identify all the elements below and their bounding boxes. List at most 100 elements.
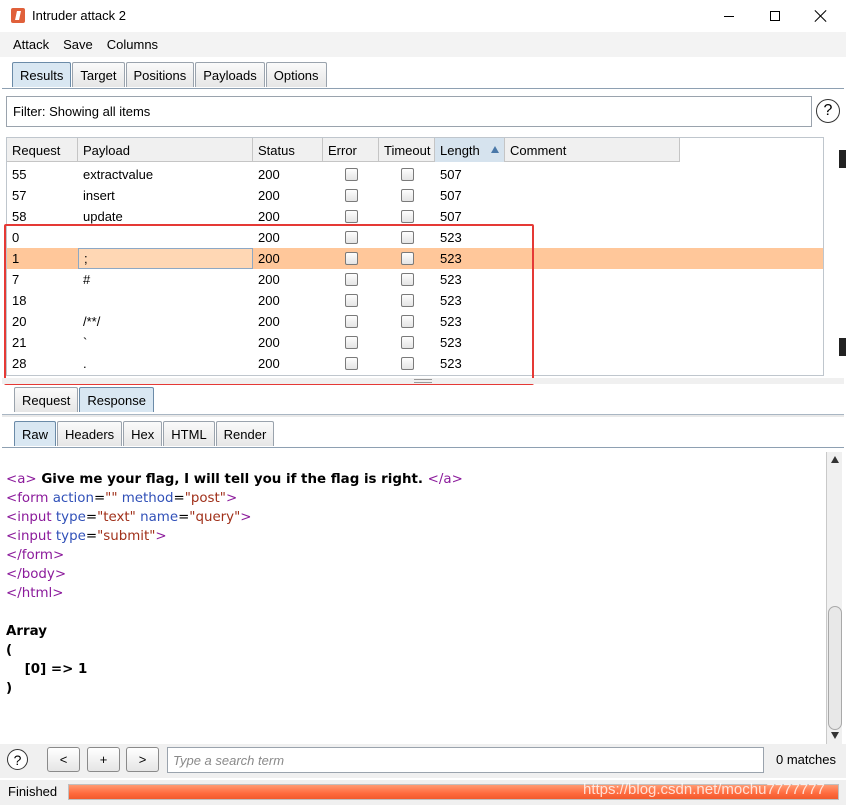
minimize-button[interactable] [706,0,752,32]
cell-length: 523 [440,251,462,266]
scroll-up-icon[interactable] [831,456,839,463]
column-status[interactable]: Status [253,138,323,162]
error-checkbox[interactable] [344,357,358,370]
error-checkbox[interactable] [344,189,358,202]
timeout-checkbox[interactable] [400,168,414,181]
table-row[interactable]: 55 extractvalue 200 507 [7,164,823,185]
tab-results[interactable]: Results [12,62,72,87]
cell-status: 200 [258,209,280,224]
cell-request: 55 [12,167,27,182]
column-error[interactable]: Error [323,138,379,162]
scroll-down-icon[interactable] [831,732,839,739]
close-button[interactable] [798,0,844,32]
tab-payloads[interactable]: Payloads [195,62,265,87]
timeout-checkbox[interactable] [400,336,414,349]
menu-attack[interactable]: Attack [6,37,56,52]
timeout-checkbox[interactable] [400,357,414,370]
error-checkbox[interactable] [344,273,358,286]
tab-render[interactable]: Render [215,421,275,446]
help-icon: ? [823,102,833,119]
cell-comment [505,227,680,248]
table-row[interactable]: 57 insert 200 507 [7,185,823,206]
timeout-checkbox[interactable] [400,210,414,223]
cell-status: 200 [258,167,280,182]
search-help-button[interactable]: ? [7,749,28,770]
timeout-checkbox[interactable] [400,315,414,328]
cell-payload [78,227,253,248]
table-row[interactable]: 7 #200 523 [7,269,823,290]
background-window-edge [839,150,846,168]
main-tabs: Results Target Positions Payloads Option… [12,62,328,88]
table-row[interactable]: 18 200 523 [7,290,823,311]
cell-status: 200 [258,272,280,287]
cell-length: 523 [440,272,462,287]
add-search-button[interactable]: + [87,747,120,772]
timeout-checkbox[interactable] [400,231,414,244]
menu-columns[interactable]: Columns [100,37,165,52]
table-row[interactable]: 58 update 200 507 [7,206,823,227]
tab-html[interactable]: HTML [163,421,215,446]
menu-bar: Attack Save Columns [0,32,846,57]
view-tabs: Raw Headers Hex HTML Render [14,421,275,446]
filter-bar[interactable]: Filter: Showing all items [6,96,812,127]
column-length[interactable]: Length [435,138,505,162]
menu-save[interactable]: Save [56,37,100,52]
cell-length: 507 [440,209,462,224]
tab-target[interactable]: Target [72,62,125,87]
previous-match-button[interactable]: < [47,747,80,772]
error-checkbox[interactable] [344,294,358,307]
splitter-grip-icon[interactable] [414,379,432,383]
cell-status: 200 [258,293,280,308]
window-title: Intruder attack 2 [32,8,126,23]
tab-options[interactable]: Options [265,62,327,87]
column-timeout[interactable]: Timeout [379,138,435,162]
tab-hex[interactable]: Hex [123,421,163,446]
column-comment[interactable]: Comment [505,138,680,162]
response-scrollbar[interactable] [826,452,842,744]
timeout-checkbox[interactable] [400,294,414,307]
cell-payload: . [83,356,87,371]
cell-length: 523 [440,293,462,308]
table-row[interactable]: 21 ` 200 523 [7,332,823,353]
tab-response[interactable]: Response [79,387,154,412]
cell-timeout [379,269,435,290]
next-match-button[interactable]: > [126,747,159,772]
table-row[interactable]: 28. 200 523 [7,353,823,374]
search-input[interactable]: Type a search term [167,747,764,773]
cell-error [323,185,379,206]
error-checkbox[interactable] [344,252,358,265]
cell-request: 28 [12,356,27,371]
cell-timeout [379,227,435,248]
tab-headers[interactable]: Headers [57,421,123,446]
error-checkbox[interactable] [344,210,358,223]
tab-request[interactable]: Request [14,387,79,412]
response-viewer[interactable]: <a> Give me your flag, I will tell you i… [4,452,826,744]
tab-raw[interactable]: Raw [14,421,57,446]
column-request[interactable]: Request [7,138,78,162]
error-checkbox[interactable] [344,231,358,244]
table-row[interactable]: 0 200 523 [7,227,823,248]
cell-timeout [379,164,435,185]
tab-positions[interactable]: Positions [125,62,195,87]
watermark-text: https://blog.csdn.net/mochu7777777 [583,781,825,798]
cell-payload: # [83,272,91,287]
column-payload[interactable]: Payload [78,138,253,162]
error-checkbox[interactable] [344,315,358,328]
cell-comment [505,185,680,206]
timeout-checkbox[interactable] [400,273,414,286]
response-scroll-thumb[interactable] [828,606,842,730]
error-checkbox[interactable] [344,336,358,349]
filter-help-button[interactable]: ? [816,99,840,123]
cell-error [323,353,379,374]
maximize-button[interactable] [752,0,798,32]
response-line: Array [6,624,47,639]
cell-status: 200 [258,356,280,371]
cell-payload: insert [83,188,115,203]
table-row[interactable]: 20 /**/ 200 523 [7,311,823,332]
timeout-checkbox[interactable] [400,189,414,202]
error-checkbox[interactable] [344,168,358,181]
timeout-checkbox[interactable] [400,252,414,265]
table-row[interactable]: 1; 200 523 [7,248,823,269]
cell-payload: ; [78,248,253,269]
sort-ascending-icon [491,146,499,153]
